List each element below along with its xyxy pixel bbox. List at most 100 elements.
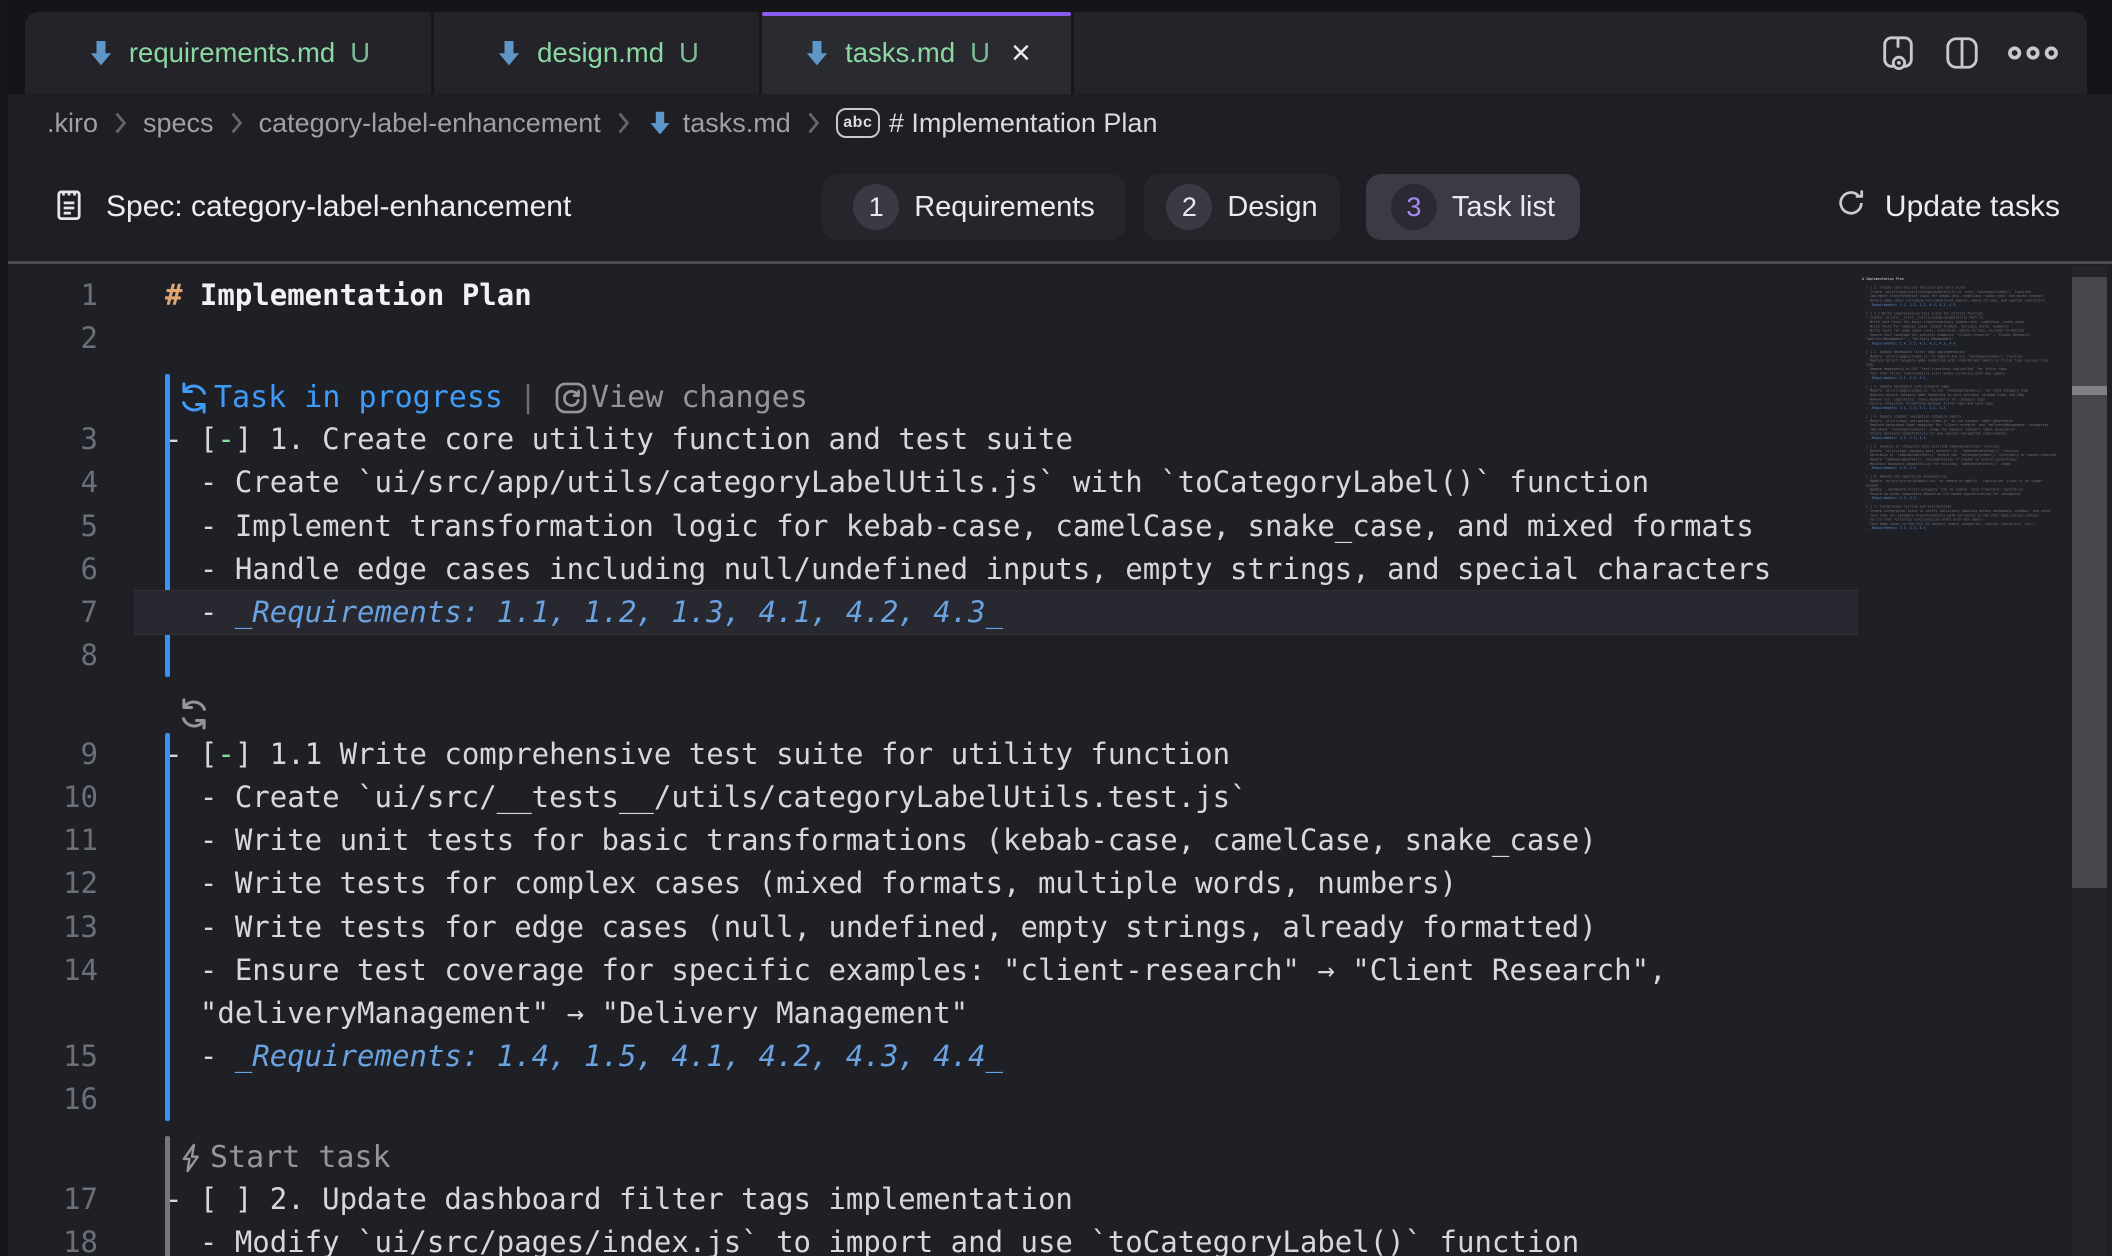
code-line[interactable]: - Write unit tests for basic transformat… xyxy=(165,819,1597,862)
chevron-right-icon xyxy=(114,112,127,134)
minimap-line: - _Requirements: 2.3, 3.3, 4.4_ xyxy=(1862,526,2070,530)
line-number: 10 xyxy=(0,776,98,819)
line-number: 7 xyxy=(0,591,98,634)
code-line[interactable]: - Write tests for complex cases (mixed f… xyxy=(165,862,1457,905)
code-line[interactable]: - [-] 1. Create core utility function an… xyxy=(165,418,1073,461)
markdown-file-icon xyxy=(86,38,116,68)
line-number: 9 xyxy=(0,733,98,776)
line-number: 3 xyxy=(0,418,98,461)
line-number: 4 xyxy=(0,461,98,504)
kiro-ghost-icon[interactable] xyxy=(1879,34,1917,72)
git-status-badge: U xyxy=(679,37,699,69)
breadcrumb-item-kiro[interactable]: .kiro xyxy=(47,108,98,139)
line-number: 17 xyxy=(0,1178,98,1221)
step-number-badge: 1 xyxy=(853,184,899,230)
breadcrumb-item-file[interactable]: tasks.md xyxy=(646,108,791,139)
step-number-badge: 2 xyxy=(1166,184,1212,230)
code-line[interactable]: - [-] 1.1 Write comprehensive test suite… xyxy=(165,733,1230,776)
update-tasks-label: Update tasks xyxy=(1885,190,2060,224)
chevron-right-icon xyxy=(230,112,243,134)
line-number: 12 xyxy=(0,862,98,905)
markdown-file-icon xyxy=(646,109,674,137)
codelens-row: Start task xyxy=(176,1136,391,1179)
line-number: 14 xyxy=(0,949,98,992)
scrollbar-current-line-marker xyxy=(2072,386,2107,395)
code-line[interactable]: - _Requirements: 1.1, 1.2, 1.3, 4.1, 4.2… xyxy=(165,591,1003,634)
editor-pane[interactable]: 1 # Implementation Plan 2 Task in progress|… xyxy=(0,264,2112,1256)
codelens-row: Task in progress|View changes xyxy=(176,376,808,419)
minimap-line: - Update `ui/src/styles/globals.css` to … xyxy=(1862,479,2070,483)
scrollbar-thumb[interactable] xyxy=(2072,277,2107,888)
code-line[interactable]: "deliveryManagement" → "Delivery Managem… xyxy=(165,992,968,1035)
symbol-string-icon: abc xyxy=(836,108,880,138)
breadcrumb: .kiro specs category-label-enhancement t… xyxy=(0,94,2112,152)
chevron-right-icon xyxy=(617,112,630,134)
update-tasks-button[interactable]: Update tasks xyxy=(1834,152,2060,262)
markdown-file-icon xyxy=(494,38,524,68)
line-number: 8 xyxy=(0,634,98,677)
history-icon xyxy=(553,380,589,416)
step-task-list-button[interactable]: 3 Task list xyxy=(1366,174,1580,240)
line-number: 11 xyxy=(0,819,98,862)
tab-tasks-md-active[interactable]: tasks.md U × xyxy=(762,12,1074,94)
start-task-lens[interactable]: Start task xyxy=(176,1136,391,1179)
sync-icon xyxy=(176,696,212,732)
tab-label: requirements.md xyxy=(129,37,335,69)
breadcrumb-item-folder[interactable]: category-label-enhancement xyxy=(259,108,601,139)
git-status-badge: U xyxy=(350,37,370,69)
minimap[interactable]: # Implementation Plan - [-] 1. Create co… xyxy=(1862,277,2070,897)
task-in-progress-lens[interactable]: Task in progress xyxy=(176,376,503,419)
line-number: 16 xyxy=(0,1078,98,1121)
code-line[interactable]: - Modify `ui/src/pages/index.js` to impo… xyxy=(165,1221,1579,1256)
spec-bar: Spec: category-label-enhancement 1 Requi… xyxy=(0,152,2112,262)
bolt-icon xyxy=(176,1142,208,1174)
more-actions-icon[interactable] xyxy=(2007,45,2059,61)
tab-label: tasks.md xyxy=(845,37,955,69)
step-label: Task list xyxy=(1452,191,1555,224)
window-left-edge xyxy=(0,0,8,1256)
editor-window: requirements.md U design.md U tasks.md U… xyxy=(0,0,2112,1256)
line-number: 18 xyxy=(0,1221,98,1256)
tab-design-md[interactable]: design.md U xyxy=(434,12,762,94)
tab-requirements-md[interactable]: requirements.md U xyxy=(25,12,434,94)
code-line[interactable]: - Handle edge cases including null/undef… xyxy=(165,548,1771,591)
line-number: 5 xyxy=(0,505,98,548)
codelens-row xyxy=(176,692,212,735)
step-label: Requirements xyxy=(914,191,1095,224)
step-number-badge: 3 xyxy=(1391,184,1437,230)
tab-bar-actions xyxy=(1879,12,2059,94)
line-number: 6 xyxy=(0,548,98,591)
tab-label: design.md xyxy=(537,37,664,69)
step-requirements-button[interactable]: 1 Requirements xyxy=(822,174,1126,240)
code-line[interactable]: - Create `ui/src/app/utils/categoryLabel… xyxy=(165,461,1649,504)
git-status-badge: U xyxy=(970,37,990,69)
task-sync-spinner[interactable] xyxy=(176,696,212,732)
chevron-right-icon xyxy=(807,112,820,134)
markdown-file-icon xyxy=(802,38,832,68)
code-line[interactable]: # Implementation Plan xyxy=(165,274,532,317)
code-line[interactable]: - Ensure test coverage for specific exam… xyxy=(165,949,1667,992)
minimap-line: - Replace direct category name rendering… xyxy=(1862,359,2070,363)
code-line[interactable]: - Write tests for edge cases (null, unde… xyxy=(165,906,1597,949)
refresh-icon xyxy=(1834,186,1868,228)
split-editor-icon[interactable] xyxy=(1943,34,1981,72)
tab-bar: requirements.md U design.md U tasks.md U… xyxy=(25,12,2087,94)
step-design-button[interactable]: 2 Design xyxy=(1144,174,1340,240)
sync-icon xyxy=(176,380,212,416)
code-line[interactable]: - Implement transformation logic for keb… xyxy=(165,505,1754,548)
spec-title: Spec: category-label-enhancement xyxy=(106,190,571,224)
codelens-separator: | xyxy=(503,376,553,419)
view-changes-lens[interactable]: View changes xyxy=(553,376,808,419)
line-number: 2 xyxy=(0,317,98,360)
line-number: 15 xyxy=(0,1035,98,1078)
breadcrumb-item-symbol[interactable]: abc # Implementation Plan xyxy=(836,108,1158,139)
code-line[interactable]: - _Requirements: 1.4, 1.5, 4.1, 4.2, 4.3… xyxy=(165,1035,1003,1078)
breadcrumb-item-specs[interactable]: specs xyxy=(143,108,214,139)
step-label: Design xyxy=(1227,191,1317,224)
code-line[interactable]: - [ ] 2. Update dashboard filter tags im… xyxy=(165,1178,1073,1221)
code-line[interactable]: - Create `ui/src/__tests__/utils/categor… xyxy=(165,776,1248,819)
spec-notepad-icon xyxy=(52,188,86,227)
line-number: 1 xyxy=(0,274,98,317)
close-tab-icon[interactable]: × xyxy=(1011,36,1031,70)
line-number: 13 xyxy=(0,906,98,949)
